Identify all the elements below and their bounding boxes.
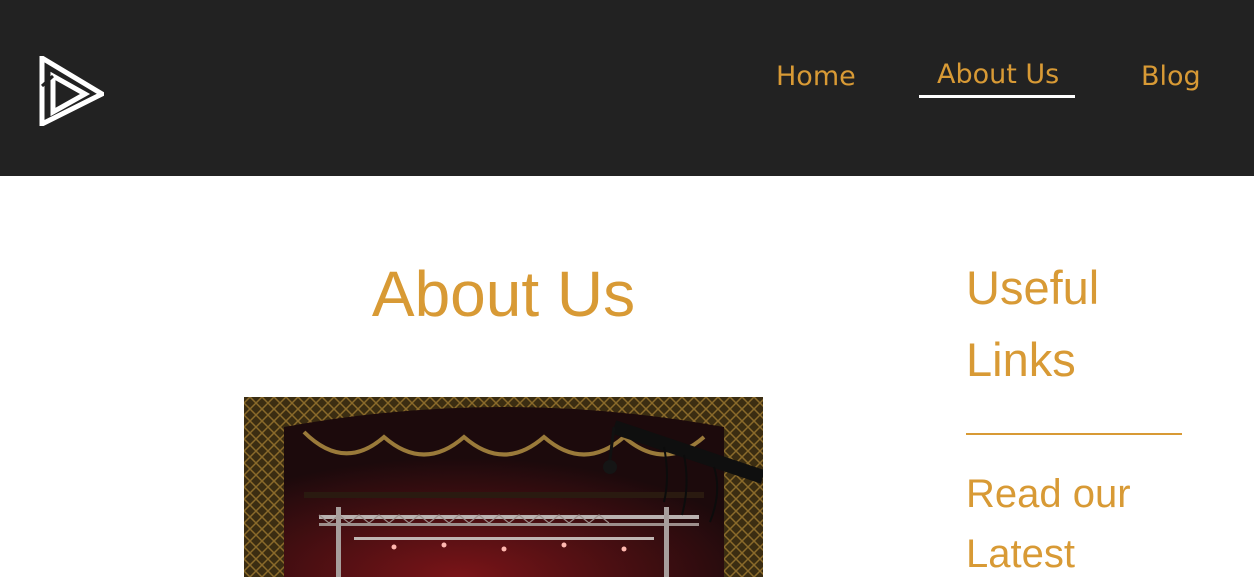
site-header: Home About Us Blog <box>0 0 1254 176</box>
read-latest-link[interactable]: Read our Latest <box>966 464 1226 584</box>
theater-stage-image <box>244 397 763 577</box>
active-nav-underline <box>919 95 1075 98</box>
play-triangle-logo-icon[interactable] <box>38 56 104 126</box>
nav-about-us-link[interactable]: About Us <box>937 61 1059 88</box>
sidebar-divider <box>966 433 1182 435</box>
sidebar-title: Useful Links <box>966 261 1100 386</box>
nav-home-link[interactable]: Home <box>776 63 856 90</box>
page-title: About Us <box>371 258 636 330</box>
nav-blog-link[interactable]: Blog <box>1141 63 1201 90</box>
